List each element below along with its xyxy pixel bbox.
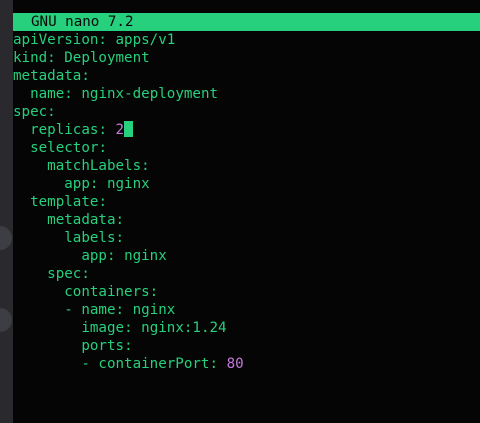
yaml-key: name	[81, 302, 116, 318]
editor-line[interactable]: app: nginx	[13, 247, 480, 265]
editor-line[interactable]: - containerPort: 80	[13, 355, 480, 373]
yaml-separator: :	[124, 338, 133, 354]
editor-line[interactable]: image: nginx:1.24	[13, 319, 480, 337]
editor-line[interactable]: - name: nginx	[13, 301, 480, 319]
editor-line[interactable]: selector:	[13, 139, 480, 157]
line-indent: -	[13, 356, 99, 372]
yaml-value: nginx	[124, 248, 167, 264]
editor-buffer[interactable]: apiVersion: apps/v1 kind: Deployment metad…	[13, 31, 480, 373]
yaml-value: nginx-deployment	[81, 86, 219, 102]
yaml-value: nginx	[132, 302, 176, 318]
line-indent: -	[13, 302, 82, 318]
yaml-key: app	[64, 176, 90, 192]
yaml-separator: :	[209, 356, 227, 372]
yaml-separator: :	[81, 266, 90, 282]
editor-line[interactable]: matchLabels:	[13, 157, 480, 175]
yaml-separator: :	[64, 86, 82, 102]
yaml-key: containers	[64, 284, 150, 300]
yaml-separator: :	[98, 194, 107, 210]
yaml-separator: :	[149, 284, 159, 300]
yaml-separator: :	[98, 32, 116, 48]
yaml-value: nginx:1.24	[141, 320, 227, 336]
editor-line[interactable]: kind: Deployment	[13, 49, 480, 67]
yaml-key: template	[30, 194, 99, 210]
screen: GNU nano 7.2 apiVersion: apps/v1 kind: De…	[0, 0, 480, 423]
yaml-separator: :	[98, 122, 116, 138]
yaml-value: Deployment	[64, 50, 150, 66]
dock-item-icon[interactable]	[0, 308, 12, 332]
editor-line[interactable]: replicas: 2	[13, 121, 480, 139]
yaml-key: kind	[13, 50, 48, 66]
editor-line[interactable]: template:	[13, 193, 480, 211]
yaml-value: apps/v1	[115, 32, 176, 48]
yaml-key: apiVersion	[13, 32, 99, 48]
yaml-value: nginx	[106, 176, 150, 192]
yaml-key: replicas	[30, 122, 99, 138]
yaml-separator: :	[115, 230, 125, 246]
yaml-separator: :	[115, 302, 133, 318]
editor-line[interactable]: metadata:	[13, 67, 480, 85]
desktop-side-panel	[0, 0, 13, 423]
yaml-key: image	[81, 320, 125, 336]
editor-line[interactable]: spec:	[13, 265, 480, 283]
yaml-key: spec	[47, 266, 82, 282]
editor-line[interactable]: labels:	[13, 229, 480, 247]
yaml-key: ports	[81, 338, 125, 354]
yaml-separator: :	[81, 68, 90, 84]
editor-line[interactable]: spec:	[13, 103, 480, 121]
yaml-value: 2	[115, 122, 125, 138]
yaml-separator: :	[124, 320, 142, 336]
yaml-separator: :	[141, 158, 150, 174]
nano-titlebar: GNU nano 7.2	[13, 13, 480, 31]
editor-line[interactable]: metadata:	[13, 211, 480, 229]
yaml-key: name	[30, 86, 65, 102]
editor-line[interactable]: app: nginx	[13, 175, 480, 193]
dock-item-icon[interactable]	[0, 226, 12, 250]
nano-version-label: GNU nano 7.2	[31, 14, 134, 30]
yaml-separator: :	[98, 140, 107, 156]
yaml-key: containerPort	[98, 356, 210, 372]
yaml-key: app	[81, 248, 107, 264]
yaml-key: metadata	[47, 212, 116, 228]
editor-line[interactable]: name: nginx-deployment	[13, 85, 480, 103]
yaml-key: selector	[30, 140, 99, 156]
terminal-window[interactable]: GNU nano 7.2 apiVersion: apps/v1 kind: De…	[13, 0, 480, 423]
yaml-key: metadata	[13, 68, 82, 84]
yaml-separator: :	[115, 212, 125, 228]
editor-line[interactable]: ports:	[13, 337, 480, 355]
text-cursor	[124, 121, 134, 137]
yaml-separator: :	[89, 176, 107, 192]
yaml-key: matchLabels	[47, 158, 142, 174]
editor-line[interactable]: apiVersion: apps/v1	[13, 31, 480, 49]
yaml-separator: :	[47, 50, 65, 66]
yaml-value: 80	[226, 356, 244, 372]
yaml-separator: :	[106, 248, 125, 264]
yaml-key: labels	[64, 230, 116, 246]
yaml-key: spec	[13, 104, 48, 120]
yaml-separator: :	[47, 104, 56, 120]
editor-line[interactable]: containers:	[13, 283, 480, 301]
